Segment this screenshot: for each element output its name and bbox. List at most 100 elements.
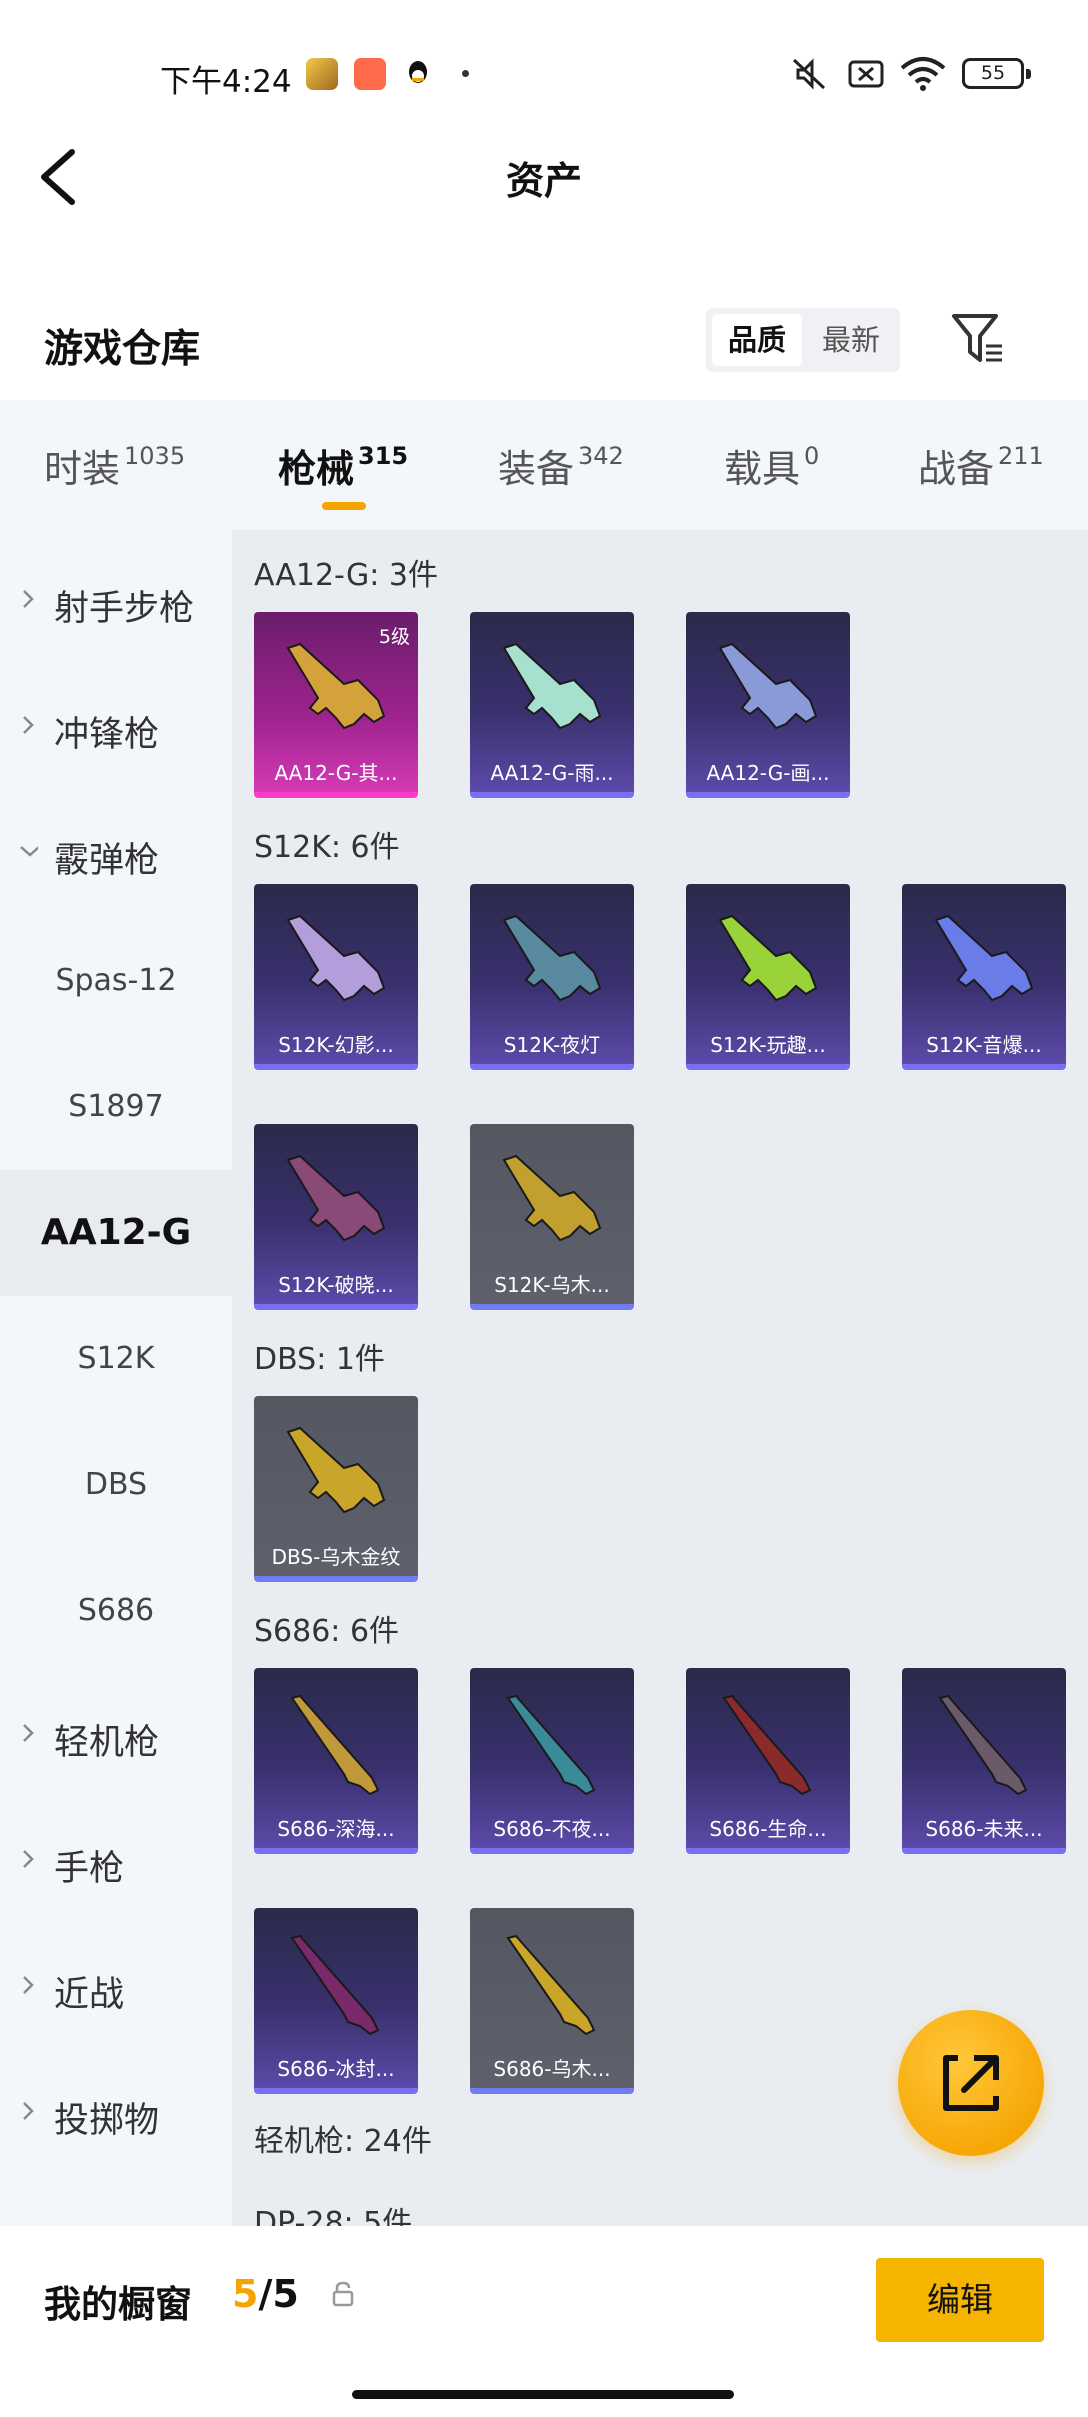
weapon-skin-image: [506, 1694, 596, 1796]
weapon-skin-image: [718, 914, 818, 1002]
weapon-skin-image: [502, 914, 602, 1002]
weapon-skin-name: S12K-玩趣...: [710, 1033, 826, 1057]
share-button[interactable]: [898, 2010, 1044, 2156]
weapon-skin-image: [286, 914, 386, 1002]
tab-firearms[interactable]: 枪械 315: [278, 438, 408, 493]
showcase-total: 5: [272, 2272, 299, 2316]
weapon-card[interactable]: AA12-G-雨...: [470, 612, 634, 798]
weapon-card[interactable]: S686-乌木...: [470, 1908, 634, 2094]
weapon-card[interactable]: S12K-破晓...: [254, 1124, 418, 1310]
group-title-dbs: DBS: 1件: [254, 1342, 385, 1377]
weapon-card[interactable]: S686-生命...: [686, 1668, 850, 1854]
chevron-down-icon: [20, 846, 38, 857]
sidebar-sub-dbs[interactable]: DBS: [0, 1422, 232, 1548]
sort-newest-option[interactable]: 最新: [806, 314, 896, 366]
showcase-title: 我的橱窗: [44, 2283, 192, 2326]
weapon-skin-name: S686-乌木...: [493, 2057, 611, 2081]
weapon-skin-image: [286, 1426, 386, 1514]
tab-equipment[interactable]: 装备 342: [498, 438, 624, 493]
warehouse-title: 游戏仓库: [44, 327, 201, 372]
weapon-card[interactable]: S686-不夜...: [470, 1668, 634, 1854]
sidebar-item-label: 手枪: [54, 1849, 125, 1889]
game-app-icon: [306, 58, 338, 90]
sidebar-item-label: 霰弹枪: [54, 841, 160, 881]
tab-label: 载具: [724, 447, 801, 491]
sidebar-item-label: 冲锋枪: [54, 715, 160, 755]
sidebar-item-label: 投掷物: [54, 2101, 160, 2141]
status-time: 下午4:24: [160, 64, 292, 100]
tab-vehicles[interactable]: 载具 0: [724, 438, 819, 493]
weapon-card[interactable]: S686-冰封...: [254, 1908, 418, 2094]
qq-icon: [409, 61, 427, 83]
chevron-right-icon: [23, 1724, 34, 1742]
sidebar-item-smg[interactable]: 冲锋枪: [0, 666, 232, 792]
battery-indicator: 55: [962, 58, 1031, 89]
sidebar-sub-s1897[interactable]: S1897: [0, 1044, 232, 1170]
sidebar-sub-aa12g[interactable]: AA12-G: [0, 1170, 232, 1296]
weapon-skin-name: S12K-破晓...: [278, 1273, 394, 1297]
sidebar-sub-s686[interactable]: S686: [0, 1548, 232, 1674]
tab-costume[interactable]: 时装 1035: [44, 438, 185, 493]
weapon-skin-image: [506, 1934, 596, 2036]
sidebar-sub-spas12[interactable]: Spas-12: [0, 918, 232, 1044]
weapon-skin-name: S686-深海...: [277, 1817, 395, 1841]
weapon-skin-name: DBS-乌木金纹: [271, 1545, 401, 1569]
sim-off-icon: [848, 60, 884, 88]
chevron-right-icon: [23, 1976, 34, 1994]
tab-supplies[interactable]: 战备 211: [918, 438, 1044, 493]
weapon-card[interactable]: S12K-夜灯: [470, 884, 634, 1070]
weapon-card[interactable]: DBS-乌木金纹: [254, 1396, 418, 1582]
tab-count: 1035: [124, 442, 186, 470]
tab-label: 战备: [918, 447, 995, 491]
weapon-skin-image: [722, 1694, 812, 1796]
weapon-card[interactable]: S12K-幻影...: [254, 884, 418, 1070]
sidebar-sub-s12k[interactable]: S12K: [0, 1296, 232, 1422]
weapon-skin-name: S12K-夜灯: [503, 1033, 601, 1057]
status-bar: 下午4:24 55: [0, 0, 1088, 150]
weapon-skin-image: [290, 1934, 380, 2036]
weapon-skin-name: AA12-G-其...: [274, 761, 398, 785]
weapon-card[interactable]: S686-深海...: [254, 1668, 418, 1854]
weapon-skin-image: [938, 1694, 1028, 1796]
weapon-skin-name: S686-冰封...: [277, 2057, 395, 2081]
edit-button[interactable]: 编辑: [876, 2258, 1044, 2342]
weapon-card[interactable]: S12K-玩趣...: [686, 884, 850, 1070]
weapon-type-sidebar: 射手步枪 冲锋枪 霰弹枪 Spas-12 S1897 AA12-G S12K D…: [0, 530, 232, 2230]
lock-icon: [332, 2281, 354, 2307]
share-out-icon: [943, 2055, 999, 2111]
sidebar-item-throwable[interactable]: 投掷物: [0, 2052, 232, 2178]
weapon-card[interactable]: 5级 AA12-G-其...: [254, 612, 418, 798]
filter-icon[interactable]: [948, 310, 1004, 366]
tab-count: 342: [578, 442, 624, 470]
sidebar-item-lmg[interactable]: 轻机枪: [0, 1674, 232, 1800]
weapon-card[interactable]: S686-未来...: [902, 1668, 1066, 1854]
weapon-skin-image: [718, 642, 818, 730]
sidebar-item-label: 近战: [54, 1975, 125, 2015]
sidebar-item-label: 轻机枪: [54, 1723, 160, 1763]
sidebar-item-marksman-rifle[interactable]: 射手步枪: [0, 540, 232, 666]
home-indicator: [352, 2390, 734, 2399]
showcase-bar: 我的橱窗 5/5 编辑: [0, 2226, 1088, 2417]
weapon-card[interactable]: S12K-音爆...: [902, 884, 1066, 1070]
sort-quality-option[interactable]: 品质: [712, 314, 802, 366]
weapon-card[interactable]: S12K-乌木...: [470, 1124, 634, 1310]
weapon-card[interactable]: AA12-G-画...: [686, 612, 850, 798]
weapon-skin-image: [502, 1154, 602, 1242]
weapon-skin-image: [934, 914, 1034, 1002]
chevron-right-icon: [23, 590, 34, 608]
group-title-s686: S686: 6件: [254, 1614, 400, 1649]
sidebar-item-label: 射手步枪: [54, 589, 195, 629]
weapon-grid: AA12-G: 3件 5级 AA12-G-其... AA12-G-雨... AA…: [232, 530, 1088, 2230]
tab-count: 0: [804, 442, 820, 470]
weapon-skin-name: S686-未来...: [925, 1817, 1043, 1841]
tab-label: 装备: [498, 447, 575, 491]
sidebar-item-shotgun[interactable]: 霰弹枪: [0, 792, 232, 918]
category-tabs: 时装 1035 枪械 315 装备 342 载具 0 战备 211: [0, 400, 1088, 530]
wifi-icon: [900, 57, 946, 91]
weapon-skin-image: [290, 1694, 380, 1796]
group-title-aa12g: AA12-G: 3件: [254, 558, 438, 593]
showcase-separator: /: [258, 2272, 273, 2316]
sidebar-item-melee[interactable]: 近战: [0, 1926, 232, 2052]
weapon-skin-name: S686-不夜...: [493, 1817, 611, 1841]
sidebar-item-pistol[interactable]: 手枪: [0, 1800, 232, 1926]
